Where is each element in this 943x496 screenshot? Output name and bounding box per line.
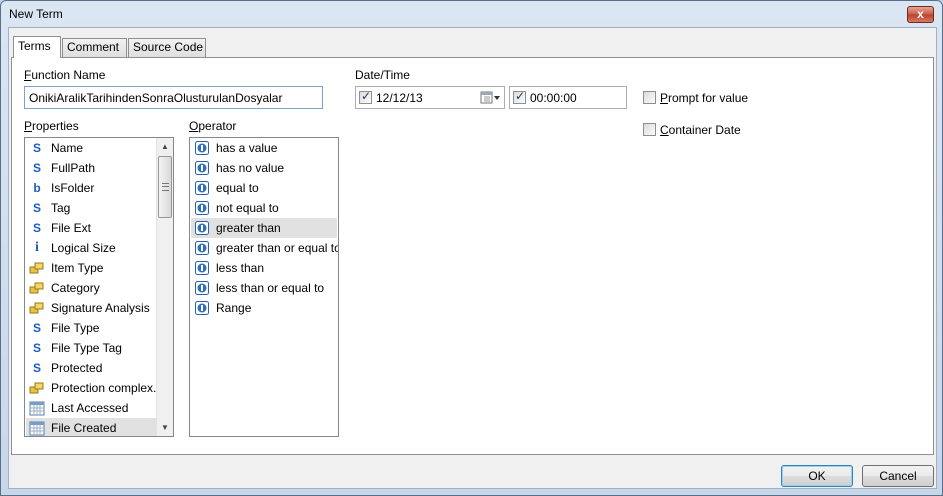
- date-value: 12/12/13: [376, 91, 423, 105]
- list-item[interactable]: less than: [191, 258, 337, 278]
- scroll-up-arrow-icon[interactable]: ▲: [157, 138, 173, 155]
- tab-terms[interactable]: Terms: [13, 36, 61, 58]
- list-item[interactable]: S Name: [26, 138, 157, 158]
- list-item[interactable]: less than or equal to: [191, 278, 337, 298]
- list-item[interactable]: greater than: [191, 218, 337, 238]
- operator-icon: [194, 160, 210, 176]
- list-item[interactable]: Range: [191, 298, 337, 318]
- integer-icon: i: [35, 240, 39, 255]
- terms-panel: Function Name Date/Time 12/12/13 00:00:0…: [11, 57, 934, 455]
- list-item[interactable]: S File Type Tag: [26, 338, 157, 358]
- time-value: 00:00:00: [530, 91, 577, 105]
- operator-label: Operator: [189, 119, 237, 133]
- string-icon: S: [32, 221, 41, 235]
- list-item[interactable]: Signature Analysis: [26, 298, 157, 318]
- date-enabled-checkbox[interactable]: [359, 89, 372, 104]
- prompt-for-value-checkbox[interactable]: [643, 91, 656, 104]
- calendar-icon: [29, 400, 45, 416]
- properties-label: Properties: [24, 119, 79, 133]
- operator-icon: [194, 200, 210, 216]
- list-item[interactable]: greater than or equal to: [191, 238, 338, 258]
- operator-icon: [194, 240, 210, 256]
- list-item[interactable]: not equal to: [191, 198, 337, 218]
- time-enabled-checkbox[interactable]: [513, 89, 526, 104]
- link-icon: [29, 300, 45, 316]
- container-date-checkbox[interactable]: [643, 123, 656, 136]
- operator-icon: [194, 280, 210, 296]
- operator-icon: [194, 300, 210, 316]
- string-icon: S: [32, 201, 41, 215]
- date-time-label: Date/Time: [355, 68, 410, 82]
- string-icon: S: [32, 141, 41, 155]
- scroll-down-arrow-icon[interactable]: ▼: [157, 419, 173, 436]
- list-item[interactable]: File Created: [26, 418, 157, 436]
- list-item[interactable]: Protection complex...: [26, 378, 163, 398]
- date-picker[interactable]: 12/12/13: [355, 86, 505, 109]
- title-bar[interactable]: New Term x: [1, 1, 942, 27]
- properties-scrollbar[interactable]: ▲ ▼: [156, 138, 173, 436]
- string-icon: S: [32, 341, 41, 355]
- operator-list[interactable]: has a value has no value equal to not eq…: [189, 137, 339, 437]
- link-icon: [29, 380, 45, 396]
- list-item[interactable]: S Protected: [26, 358, 157, 378]
- list-item[interactable]: S Tag: [26, 198, 157, 218]
- link-icon: [29, 260, 45, 276]
- cancel-button[interactable]: Cancel: [862, 465, 934, 487]
- list-item[interactable]: Category: [26, 278, 157, 298]
- string-icon: S: [32, 321, 41, 335]
- list-item[interactable]: i Logical Size: [26, 238, 157, 258]
- scroll-thumb[interactable]: [158, 156, 172, 218]
- list-item[interactable]: has a value: [191, 138, 337, 158]
- operator-icon: [194, 220, 210, 236]
- list-item[interactable]: equal to: [191, 178, 337, 198]
- string-icon: S: [32, 161, 41, 175]
- string-icon: S: [32, 361, 41, 375]
- list-item[interactable]: S File Type: [26, 318, 157, 338]
- close-button[interactable]: x: [907, 6, 934, 23]
- calendar-dropdown-icon[interactable]: [480, 91, 502, 108]
- list-item[interactable]: b IsFolder: [26, 178, 157, 198]
- link-icon: [29, 280, 45, 296]
- boolean-icon: b: [33, 181, 41, 195]
- dialog-body: Terms Comment Source Code Function Name …: [8, 27, 937, 489]
- tab-comment[interactable]: Comment: [62, 38, 127, 57]
- calendar-icon: [29, 420, 45, 436]
- list-item[interactable]: S File Ext: [26, 218, 157, 238]
- prompt-for-value-label: Prompt for value: [660, 91, 749, 105]
- time-picker[interactable]: 00:00:00: [509, 86, 627, 109]
- window-title: New Term: [9, 7, 63, 21]
- list-item[interactable]: Last Accessed: [26, 398, 157, 418]
- tab-source-code[interactable]: Source Code: [128, 38, 206, 57]
- operator-icon: [194, 260, 210, 276]
- operator-icon: [194, 140, 210, 156]
- properties-list[interactable]: S Name S FullPath b IsFolder S Tag S File Ext…: [24, 137, 174, 437]
- function-name-input[interactable]: [24, 86, 323, 109]
- list-item[interactable]: has no value: [191, 158, 337, 178]
- operator-icon: [194, 180, 210, 196]
- list-item[interactable]: S FullPath: [26, 158, 157, 178]
- container-date-label: Container Date: [660, 123, 741, 137]
- ok-button[interactable]: OK: [781, 465, 853, 487]
- list-item[interactable]: Item Type: [26, 258, 157, 278]
- function-name-label: Function Name: [24, 68, 106, 82]
- new-term-dialog: New Term x Terms Comment Source Code Fun…: [0, 0, 943, 496]
